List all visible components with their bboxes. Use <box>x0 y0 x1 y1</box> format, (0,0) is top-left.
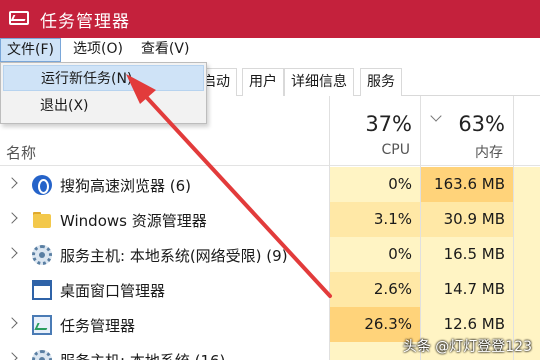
tab-services[interactable]: 服务 <box>360 68 402 96</box>
expand-chevron-icon[interactable] <box>6 247 18 259</box>
task-manager-icon <box>32 315 52 335</box>
name-column-header[interactable]: 名称 <box>6 142 36 163</box>
cpu-total-percent: 37% <box>365 112 412 136</box>
menu-bar: 文件(F) 选项(O) 查看(V) <box>0 38 540 62</box>
tab-users[interactable]: 用户 <box>242 68 284 96</box>
expand-chevron-icon[interactable] <box>6 212 18 224</box>
process-cpu: 3.1% <box>330 202 420 237</box>
process-row[interactable]: 服务主机: 本地系统(网络受限) (9) 0% 16.5 MB <box>0 237 540 272</box>
window-icon <box>32 280 52 300</box>
process-extra-cell <box>514 202 540 237</box>
process-name: 服务主机: 本地系统 (16) <box>60 350 225 360</box>
process-row[interactable]: Windows 资源管理器 3.1% 30.9 MB <box>0 202 540 237</box>
window-title: 任务管理器 <box>40 11 130 32</box>
memory-total-percent: 63% <box>458 112 505 136</box>
gear-icon <box>32 350 52 360</box>
title-bar: 任务管理器 <box>0 0 540 38</box>
menu-options[interactable]: 选项(O) <box>67 38 129 62</box>
task-manager-app-icon <box>8 10 30 28</box>
process-row[interactable]: 桌面窗口管理器 2.6% 14.7 MB <box>0 272 540 307</box>
file-menu-dropdown: 运行新任务(N) 退出(X) <box>0 62 207 124</box>
menu-file[interactable]: 文件(F) <box>0 38 61 62</box>
process-row[interactable]: 搜狗高速浏览器 (6) 0% 163.6 MB <box>0 167 540 202</box>
process-memory: 14.7 MB <box>421 272 513 307</box>
process-cpu: 0% <box>330 237 420 272</box>
process-memory: 16.5 MB <box>421 237 513 272</box>
process-memory: 163.6 MB <box>421 167 513 202</box>
process-name: Windows 资源管理器 <box>60 212 207 230</box>
exit-menu-item[interactable]: 退出(X) <box>3 93 204 119</box>
process-name: 任务管理器 <box>60 317 136 335</box>
process-extra-cell <box>514 237 540 272</box>
run-new-task-menu-item[interactable]: 运行新任务(N) <box>3 65 204 91</box>
menu-view[interactable]: 查看(V) <box>135 38 196 62</box>
process-name: 服务主机: 本地系统(网络受限) (9) <box>60 247 288 265</box>
memory-column-label: 内存 <box>475 145 503 161</box>
expand-chevron-icon[interactable] <box>6 177 18 189</box>
process-cpu: 0% <box>330 167 420 202</box>
process-memory: 30.9 MB <box>421 202 513 237</box>
folder-icon <box>32 210 52 230</box>
cpu-column-header[interactable]: 37% CPU <box>330 96 420 166</box>
expand-chevron-icon[interactable] <box>6 352 18 360</box>
process-name: 桌面窗口管理器 <box>60 282 166 300</box>
process-name: 搜狗高速浏览器 (6) <box>60 177 192 195</box>
tab-details[interactable]: 详细信息 <box>284 68 354 96</box>
expand-chevron-icon[interactable] <box>6 317 18 329</box>
process-cpu: 2.6% <box>330 272 420 307</box>
task-manager-window: 任务管理器 文件(F) 选项(O) 查看(V) 启动 用户 详细信息 服务 名称… <box>0 0 540 360</box>
gear-icon <box>32 245 52 265</box>
process-extra-cell <box>514 167 540 202</box>
process-list: 搜狗高速浏览器 (6) 0% 163.6 MB Windows 资源管理器 3.… <box>0 167 540 360</box>
sogou-browser-icon <box>32 175 52 195</box>
watermark-text: 头条 @灯灯登登123 <box>402 339 532 355</box>
cpu-column-label: CPU <box>381 142 410 158</box>
memory-column-header[interactable]: 63% 内存 <box>421 96 513 166</box>
process-extra-cell <box>514 272 540 307</box>
